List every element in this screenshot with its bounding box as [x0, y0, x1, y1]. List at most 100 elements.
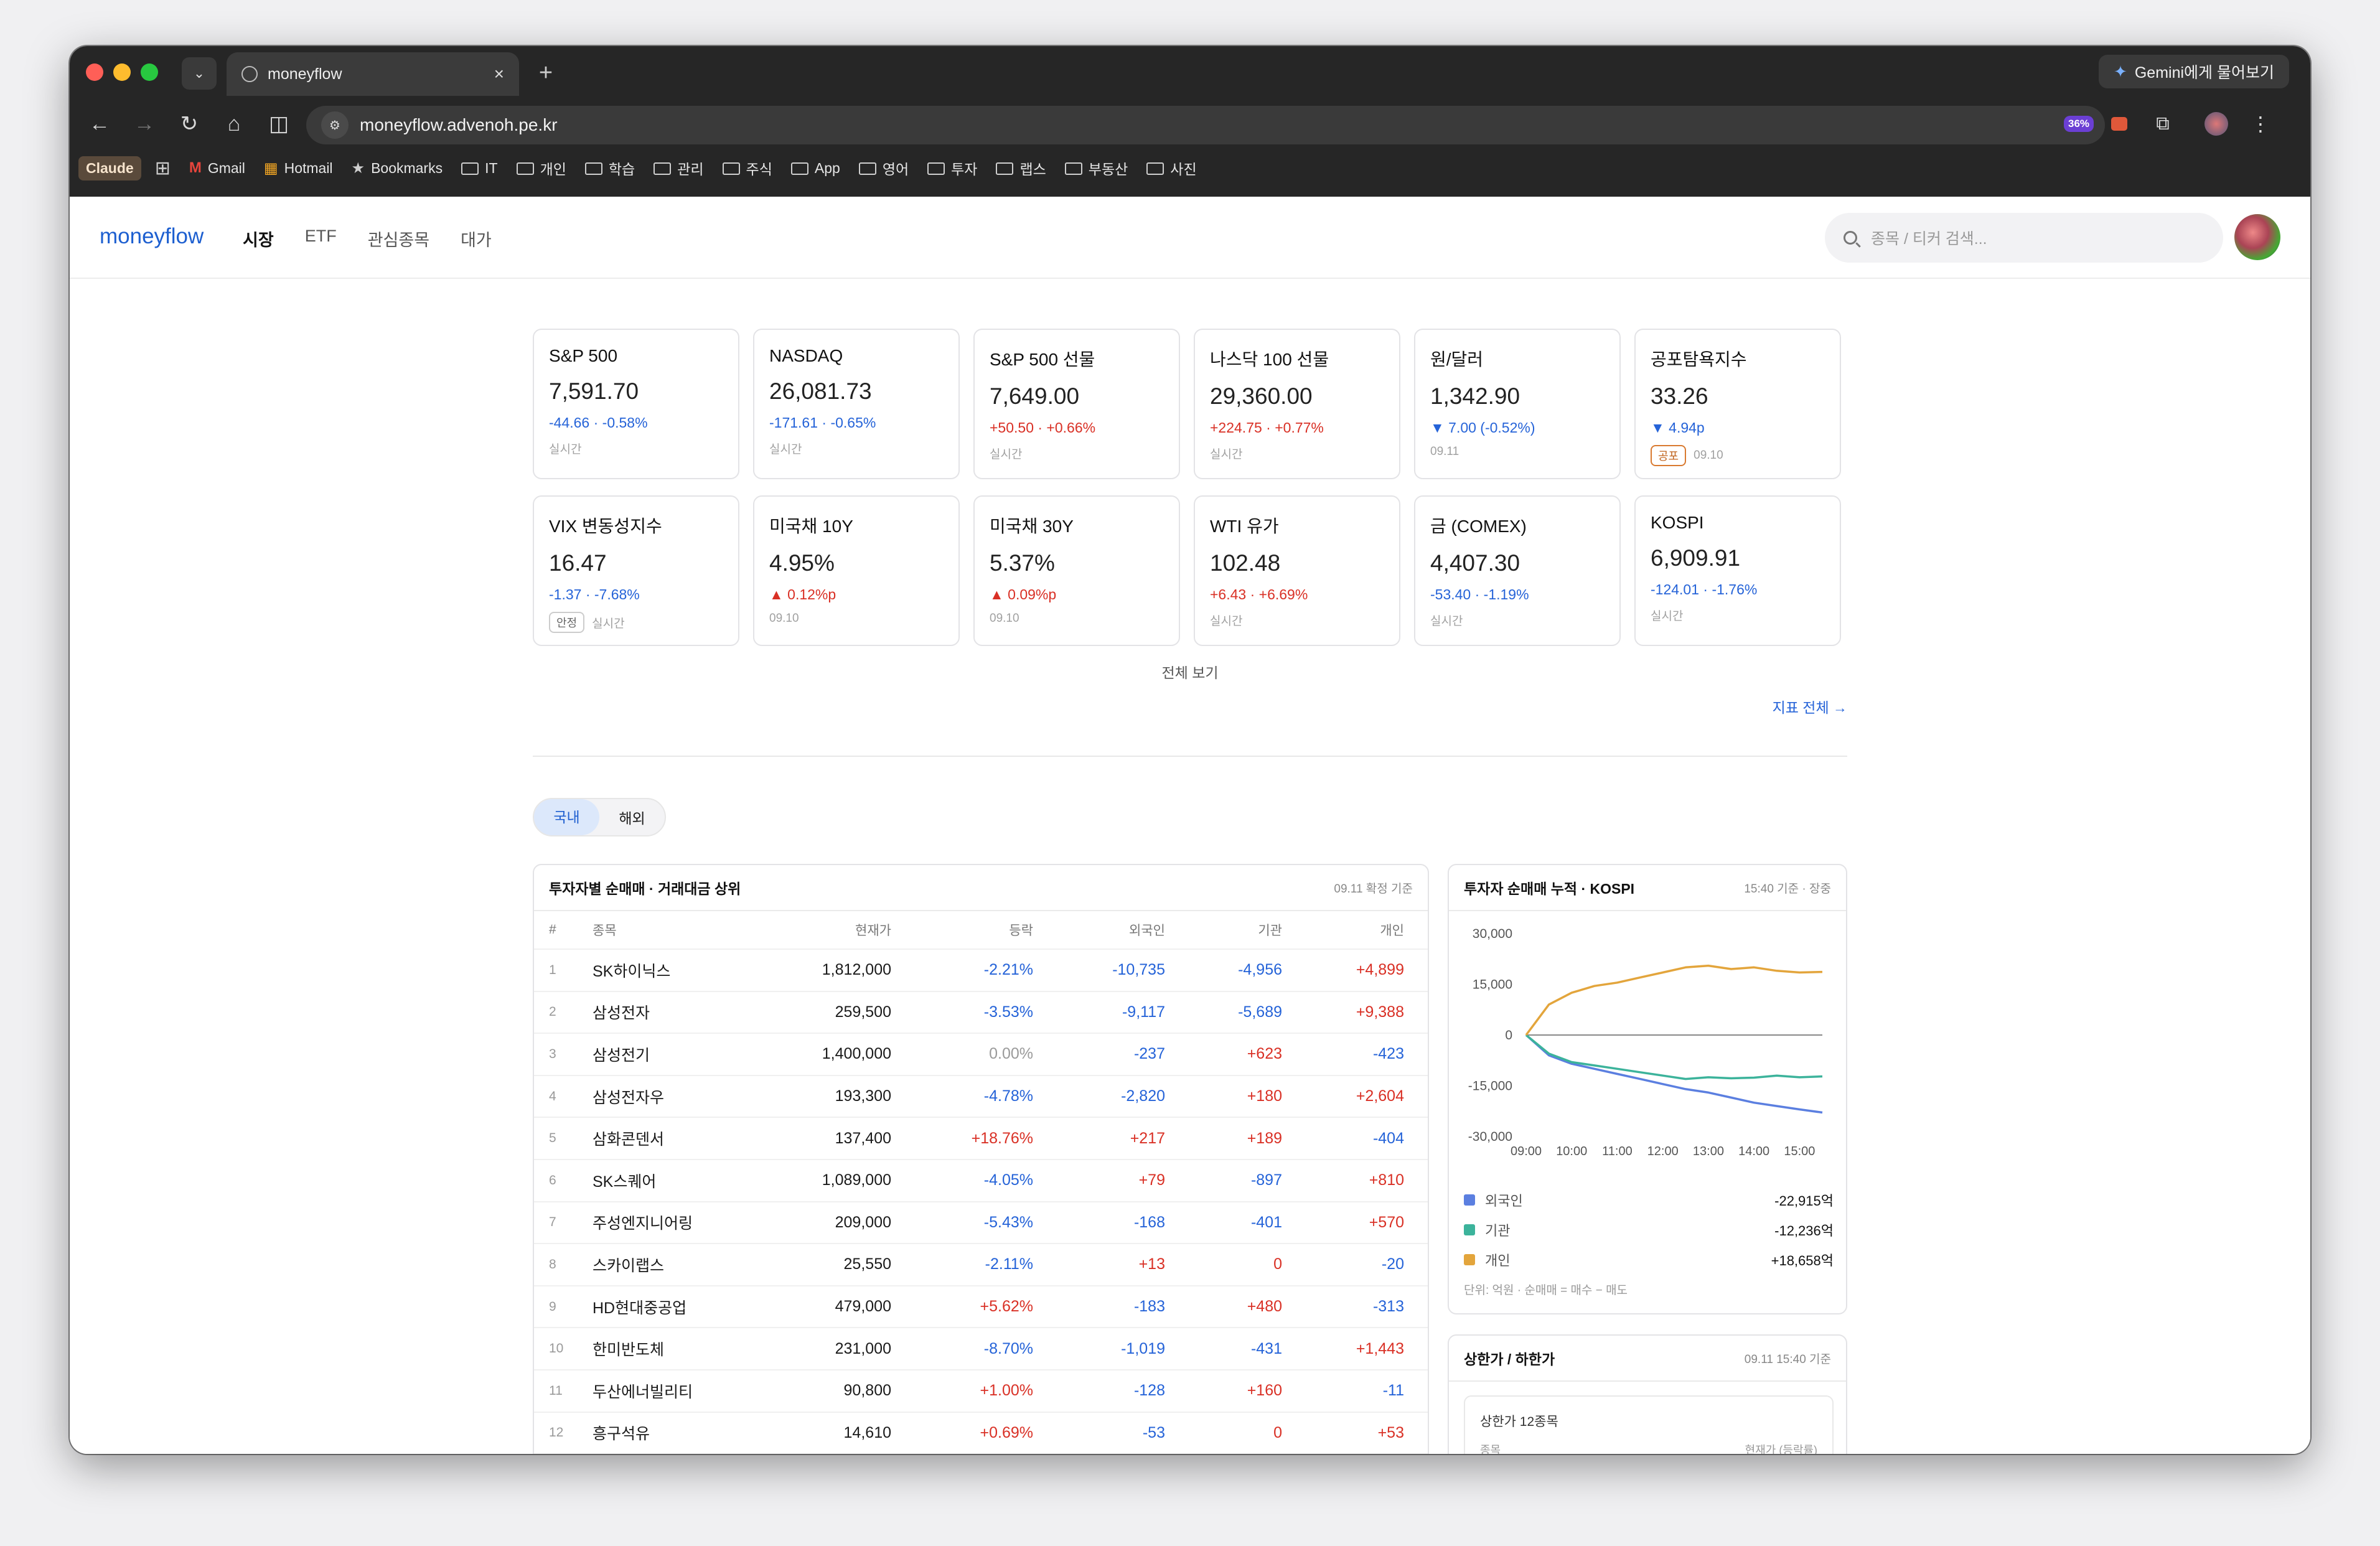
extension-icon[interactable]: 36%: [2061, 110, 2096, 138]
bookmark-부동산[interactable]: 부동산: [1064, 157, 1128, 179]
indicators-all-link[interactable]: 지표 전체 →: [1773, 696, 1847, 717]
folder-icon: [858, 162, 876, 175]
index-name: 금 (COMEX): [1430, 517, 1527, 536]
folder-icon: [1146, 162, 1164, 175]
profile-avatar-small[interactable]: [2201, 110, 2232, 138]
index-meta: 09.10: [769, 612, 944, 625]
index-card[interactable]: NASDAQ 26,081.73 -171.61 · -0.65% 실시간: [753, 329, 960, 479]
view-all-link[interactable]: 전체 보기: [533, 661, 1847, 682]
table-cell: -4,956: [1238, 961, 1282, 979]
index-card[interactable]: S&P 500 선물 7,649.00 +50.50 · +0.66% 실시간: [973, 329, 1180, 479]
table-row[interactable]: 2 삼성전자 259,500 -3.53% -9,117 -5,689 +9,388: [534, 992, 1428, 1034]
table-cell: +5.62%: [980, 1298, 1034, 1316]
tab-search-button[interactable]: ⌄: [182, 57, 217, 90]
media-extension-icon[interactable]: [2104, 110, 2135, 138]
bookmark-영어[interactable]: 영어: [858, 157, 909, 179]
table-cell: -4.05%: [983, 1171, 1033, 1189]
bookmark-label: Gmail: [207, 159, 245, 176]
reload-button[interactable]: ↻: [172, 103, 207, 144]
index-card[interactable]: VIX 변동성지수 16.47 -1.37 · -7.68% 안정 실시간: [533, 495, 739, 646]
index-card[interactable]: WTI 유가 102.48 +6.43 · +6.69% 실시간: [1194, 495, 1400, 646]
x-tick-label: 13:00: [1693, 1145, 1724, 1158]
segment-0[interactable]: 국내: [534, 799, 599, 835]
folder-icon: [461, 162, 479, 175]
index-card[interactable]: S&P 500 7,591.70 -44.66 · -0.58% 실시간: [533, 329, 739, 479]
maximize-window-button[interactable]: [141, 63, 158, 81]
site-info-icon[interactable]: ⚙: [321, 111, 349, 139]
user-avatar[interactable]: [2234, 214, 2280, 260]
index-card[interactable]: 금 (COMEX) 4,407.30 -53.40 · -1.19% 실시간: [1414, 495, 1621, 646]
more-menu-icon[interactable]: ⋮: [2248, 110, 2273, 138]
col-name: 종목: [1480, 1444, 1501, 1454]
table-cell: 0.00%: [989, 1045, 1033, 1063]
bookmark-학습[interactable]: 학습: [584, 157, 635, 179]
bookmark-투자[interactable]: 투자: [927, 157, 977, 179]
app-logo[interactable]: moneyflow: [100, 224, 204, 249]
bookmark-app[interactable]: App: [790, 160, 840, 177]
flow-legend: 외국인 -22,915억 기관 -12,236억 개인 +18,658억: [1464, 1185, 1834, 1275]
table-row[interactable]: 4 삼성전자우 193,300 -4.78% -2,820 +180 +2,604: [534, 1076, 1428, 1118]
column-header: 기관: [1258, 924, 1282, 938]
bookmark-label: Hotmail: [284, 159, 333, 176]
bookmark-사진[interactable]: 사진: [1146, 157, 1197, 179]
nav-item-0[interactable]: 시장: [243, 227, 274, 251]
investor-flow-table: 투자자별 순매매 · 거래대금 상위 09.11 확정 기준 # 종목 현재가 등락 외…: [533, 864, 1429, 1454]
extensions-puzzle-icon[interactable]: ⧉: [2147, 110, 2178, 138]
table-cell: -5.43%: [983, 1213, 1033, 1231]
bookmark-bookmarks[interactable]: ★ Bookmarks: [352, 159, 443, 177]
address-bar[interactable]: ⚙ moneyflow.advenoh.pe.kr ☆: [306, 106, 2105, 144]
forward-button[interactable]: →: [127, 103, 162, 144]
index-card[interactable]: 미국채 30Y 5.37% ▲ 0.09%p 09.10: [973, 495, 1180, 646]
table-cell: +1.00%: [980, 1382, 1034, 1400]
table-cell: 7: [549, 1215, 556, 1230]
bookmark-관리[interactable]: 관리: [654, 157, 704, 179]
table-row[interactable]: 8 스카이랩스 25,550 -2.11% +13 0 -20: [534, 1244, 1428, 1286]
table-row[interactable]: 5 삼화콘덴서 137,400 +18.76% +217 +189 -404: [534, 1118, 1428, 1160]
table-cell: 한미반도체: [593, 1341, 665, 1359]
folder-icon: [654, 162, 672, 175]
table-cell: 흥구석유: [593, 1425, 650, 1443]
table-row[interactable]: 12 흥구석유 14,610 +0.69% -53 0 +53: [534, 1413, 1428, 1454]
close-window-button[interactable]: [86, 63, 103, 81]
table-row[interactable]: 10 한미반도체 231,000 -8.70% -1,019 -431 +1,443: [534, 1328, 1428, 1370]
search-box[interactable]: 종목 / 티커 검색...: [1825, 213, 2223, 263]
table-row[interactable]: 1 SK하이닉스 1,812,000 -2.21% -10,735 -4,956 +4,89…: [534, 950, 1428, 992]
index-value: 102.48: [1210, 550, 1281, 576]
table-row[interactable]: 11 두산에너빌리티 90,800 +1.00% -128 +160 -11: [534, 1370, 1428, 1413]
table-row[interactable]: 3 삼성전기 1,400,000 0.00% -237 +623 -423: [534, 1034, 1428, 1076]
index-card[interactable]: 공포탐욕지수 33.26 ▼ 4.94p 공포 09.10: [1634, 329, 1841, 479]
bookmark-claude[interactable]: Claude: [78, 156, 141, 180]
apps-grid-icon[interactable]: ⊞: [155, 157, 171, 179]
segment-1[interactable]: 해외: [599, 807, 665, 828]
home-button[interactable]: ⌂: [217, 103, 251, 144]
browser-tab[interactable]: moneyflow ×: [227, 52, 519, 96]
minimize-window-button[interactable]: [113, 63, 131, 81]
table-row[interactable]: 7 주성엔지니어링 209,000 -5.43% -168 -401 +570: [534, 1202, 1428, 1245]
table-cell: +160: [1247, 1382, 1282, 1400]
index-time: 09.11: [1430, 445, 1459, 458]
index-card[interactable]: KOSPI 6,909.91 -124.01 · -1.76% 실시간: [1634, 495, 1841, 646]
bookmark-주식[interactable]: 주식: [722, 157, 772, 179]
nav-item-1[interactable]: ETF: [305, 227, 337, 251]
table-row[interactable]: 6 SK스퀘어 1,089,000 -4.05% +79 -897 +810: [534, 1160, 1428, 1202]
legend-name: 기관: [1485, 1223, 1511, 1239]
index-name: WTI 유가: [1210, 517, 1279, 536]
index-card[interactable]: 나스닥 100 선물 29,360.00 +224.75 · +0.77% 실시간: [1194, 329, 1400, 479]
table-row[interactable]: 9 HD현대중공업 479,000 +5.62% -183 +480 -313: [534, 1286, 1428, 1329]
close-tab-icon[interactable]: ×: [494, 64, 504, 84]
index-card[interactable]: 미국채 10Y 4.95% ▲ 0.12%p 09.10: [753, 495, 960, 646]
nav-item-3[interactable]: 대가: [461, 227, 492, 251]
bookmark-개인[interactable]: 개인: [516, 157, 566, 179]
gemini-button[interactable]: ✦ Gemini에게 물어보기: [2099, 55, 2289, 88]
new-tab-button[interactable]: +: [530, 57, 561, 88]
bookmark-랩스[interactable]: 랩스: [996, 157, 1046, 179]
url-text: moneyflow.advenoh.pe.kr: [360, 115, 558, 134]
bookmark-gmail[interactable]: M Gmail: [189, 159, 245, 177]
bookmark-hotmail[interactable]: ▦ Hotmail: [264, 159, 333, 177]
back-button[interactable]: ←: [82, 103, 117, 144]
index-value: 4.95%: [769, 550, 835, 576]
side-panel-button[interactable]: ◫: [261, 103, 296, 144]
nav-item-2[interactable]: 관심종목: [368, 227, 429, 251]
index-card[interactable]: 원/달러 1,342.90 ▼ 7.00 (-0.52%) 09.11: [1414, 329, 1621, 479]
bookmark-it[interactable]: IT: [461, 160, 498, 177]
